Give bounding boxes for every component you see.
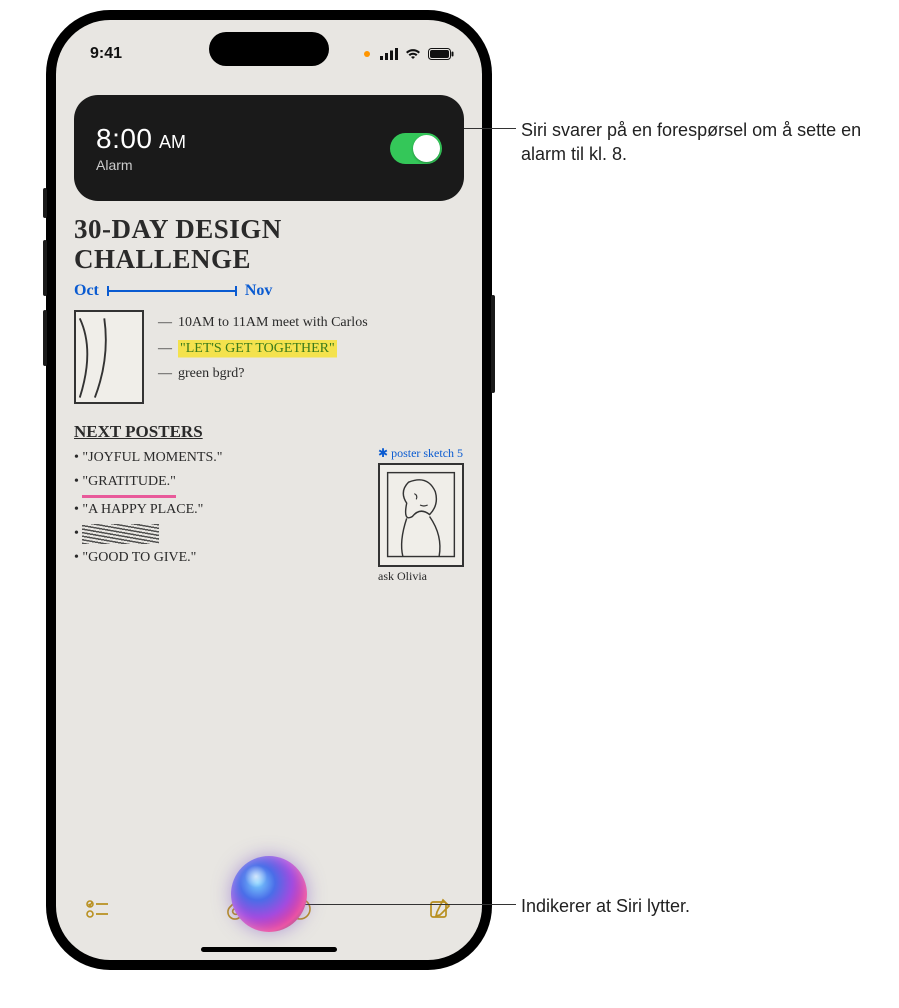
- volume-up-button[interactable]: [43, 240, 47, 296]
- poster-2-underlined: "GRATITUDE.": [82, 470, 175, 498]
- note-title-line1: 30-DAY DESIGN: [74, 214, 282, 244]
- note-title-line2: CHALLENGE: [74, 244, 251, 274]
- compose-icon[interactable]: [428, 897, 452, 921]
- asterisk-icon: ✱: [378, 446, 388, 461]
- bullet-1: 10AM to 11AM meet with Carlos: [178, 310, 368, 335]
- poster-1: "JOYFUL MOMENTS.": [82, 450, 222, 465]
- notes-content[interactable]: 30-DAY DESIGN CHALLENGE Oct Nov —10AM to…: [74, 215, 464, 880]
- timeline-line: [107, 290, 237, 292]
- sketch-2-label: ✱ poster sketch 5: [378, 446, 464, 461]
- battery-icon: [428, 48, 454, 60]
- callout-siri: Indikerer at Siri lytter.: [521, 894, 881, 918]
- note-bullets: —10AM to 11AM meet with Carlos —"LET'S G…: [158, 310, 368, 404]
- poster-sketch-2: [378, 463, 464, 567]
- alarm-ampm: AM: [159, 132, 186, 152]
- mic-indicator-dot: [364, 51, 370, 57]
- poster-5: "GOOD TO GIVE.": [82, 550, 196, 565]
- siri-orb[interactable]: [231, 856, 307, 932]
- power-button[interactable]: [491, 295, 495, 393]
- wifi-icon: [404, 48, 422, 60]
- poster-list: • "JOYFUL MOMENTS." • "GRATITUDE." • "A …: [74, 446, 358, 569]
- screen: 9:41 8:00 AM Alarm: [56, 20, 482, 960]
- volume-down-button[interactable]: [43, 310, 47, 366]
- callout-alarm: Siri svarer på en forespørsel om å sette…: [521, 118, 881, 167]
- timeline-end: Nov: [245, 282, 273, 300]
- poster-sketch-1: [74, 310, 144, 404]
- dynamic-island: [209, 32, 329, 66]
- bullet-2-highlighted: "LET'S GET TOGETHER": [178, 336, 337, 361]
- poster-4-scratched: [82, 522, 159, 546]
- status-right: [364, 48, 454, 60]
- alarm-label: Alarm: [96, 157, 186, 173]
- alarm-info: 8:00 AM Alarm: [96, 123, 186, 173]
- cellular-signal-icon: [380, 48, 398, 60]
- poster-3: "A HAPPY PLACE.": [82, 502, 203, 517]
- checklist-icon[interactable]: [86, 899, 110, 919]
- callout-leader-2: [290, 904, 516, 905]
- bullet-3: green bgrd?: [178, 361, 244, 386]
- note-title: 30-DAY DESIGN CHALLENGE: [74, 215, 464, 274]
- mute-switch[interactable]: [43, 188, 47, 218]
- home-indicator[interactable]: [201, 947, 337, 952]
- status-time: 9:41: [90, 45, 122, 63]
- ask-olivia-note: ask Olivia: [378, 569, 464, 584]
- iphone-frame: 9:41 8:00 AM Alarm: [46, 10, 492, 970]
- alarm-time: 8:00: [96, 123, 153, 154]
- siri-alarm-response-card[interactable]: 8:00 AM Alarm: [74, 95, 464, 201]
- timeline-start: Oct: [74, 282, 99, 300]
- alarm-toggle[interactable]: [390, 133, 442, 164]
- next-posters-header: NEXT POSTERS: [74, 422, 464, 442]
- timeline: Oct Nov: [74, 282, 464, 300]
